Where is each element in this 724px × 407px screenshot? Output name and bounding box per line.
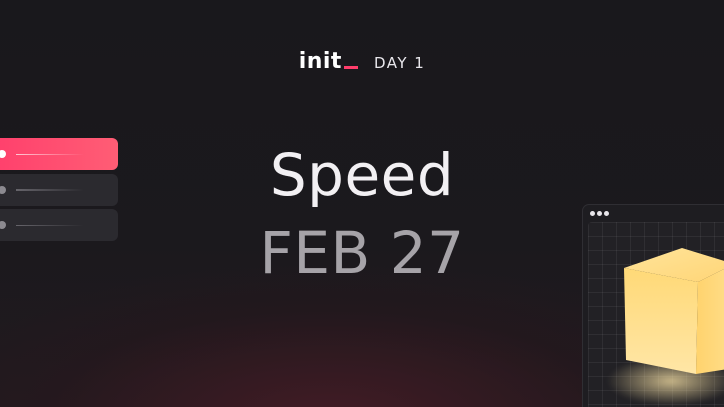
decorative-list bbox=[0, 138, 118, 245]
placeholder-line bbox=[16, 224, 84, 226]
placeholder-line bbox=[16, 189, 84, 191]
bullet-dot-icon bbox=[0, 221, 6, 229]
window-titlebar bbox=[583, 205, 724, 222]
bullet-dot-icon bbox=[0, 150, 6, 158]
cube-icon bbox=[624, 248, 724, 374]
hero-banner: init DAY 1 Speed FEB 27 bbox=[0, 0, 724, 407]
list-item bbox=[0, 209, 118, 241]
list-item bbox=[0, 173, 118, 206]
bullet-dot-icon bbox=[0, 185, 6, 194]
placeholder-line bbox=[16, 153, 84, 155]
logo-underscore-icon bbox=[343, 66, 358, 69]
day-label: DAY 1 bbox=[373, 54, 426, 72]
logo: init bbox=[299, 48, 358, 76]
brand-header: init DAY 1 bbox=[0, 48, 724, 76]
list-item-active bbox=[0, 138, 118, 170]
logo-text: init bbox=[298, 49, 342, 74]
